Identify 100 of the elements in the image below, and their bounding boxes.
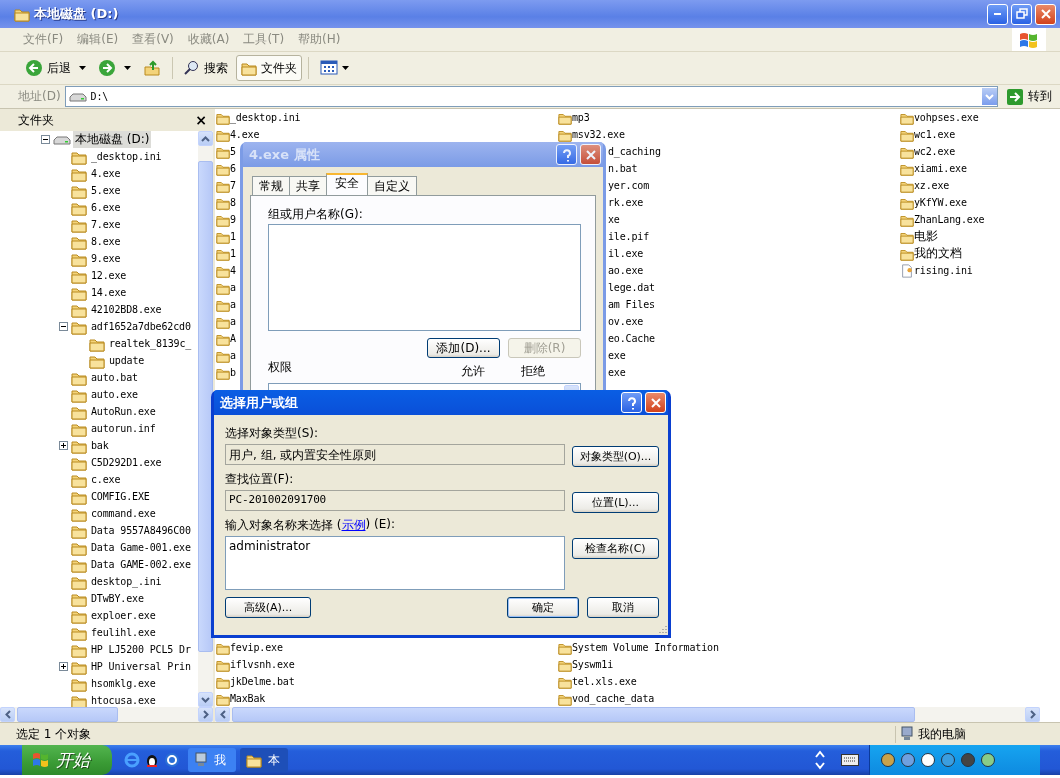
tree-item[interactable]: Data GAME-002.exe [89,559,193,570]
scroll-right-button[interactable] [1025,707,1040,722]
file-name[interactable]: 5 [230,146,236,157]
help-button[interactable] [621,392,642,413]
tray-icon[interactable] [900,752,916,768]
collapse-button[interactable] [58,322,69,331]
file-name[interactable]: lege.dat [608,282,655,293]
file-name[interactable]: fevip.exe [230,642,283,653]
go-button[interactable]: 转到 [1002,87,1056,106]
file-name[interactable]: yKfYW.exe [914,197,967,208]
tree-item[interactable]: HP LJ5200 PCL5 Dr [89,644,193,655]
tree-item[interactable]: feulihl.exe [89,627,158,638]
file-name[interactable]: msv32.exe [572,129,625,140]
file-name[interactable]: yer.com [608,180,650,191]
file-name[interactable]: iflvsnh.exe [230,659,295,670]
taskbar-button[interactable]: 本 [240,748,288,772]
tree-item[interactable]: Data 9557A8496C00 [89,525,193,536]
file-name[interactable]: 8 [230,197,236,208]
file-name[interactable]: 1 [230,248,236,259]
cancel-button[interactable]: 取消 [587,597,659,618]
tree-item[interactable]: 12.exe [89,270,129,281]
file-name[interactable]: 6 [230,163,236,174]
tree-item[interactable]: 7.exe [89,219,123,230]
close-button[interactable]: × [195,112,207,128]
file-name[interactable]: wc2.exe [914,146,956,157]
file-name[interactable]: Syswm1i [572,659,614,670]
tab[interactable]: 共享 [289,176,327,195]
file-name[interactable]: a [230,350,236,361]
tree-item[interactable]: C5D292D1.exe [89,457,164,468]
tree-item[interactable]: 9.exe [89,253,123,264]
tree-item[interactable]: 14.exe [89,287,129,298]
tree-item[interactable]: bak [89,440,111,451]
help-button[interactable] [556,144,577,165]
tree-item[interactable]: hsomklg.exe [89,678,158,689]
tray-icon[interactable] [980,752,996,768]
file-name[interactable]: jkDelme.bat [230,676,295,687]
file-name[interactable]: b [230,367,236,378]
restore-button[interactable] [1011,3,1032,25]
start-button[interactable]: 开始 [22,745,112,775]
file-name[interactable]: ZhanLang.exe [914,214,985,225]
folders-button[interactable]: 文件夹 [236,55,302,81]
taskbar-button[interactable]: 我 [188,748,236,772]
tree-item[interactable]: c.exe [89,474,123,485]
scroll-down-button[interactable] [198,692,213,707]
tree-item[interactable]: command.exe [89,508,158,519]
tree-item[interactable]: 5.exe [89,185,123,196]
tree-item[interactable]: auto.exe [89,389,140,400]
file-name[interactable]: xz.exe [914,180,950,191]
tree-item[interactable]: autorun.inf [89,423,158,434]
file-name[interactable]: il.exe [608,248,644,259]
tree-item[interactable]: 42102BD8.exe [89,304,164,315]
close-button[interactable] [1035,3,1056,25]
file-name[interactable]: a [230,299,236,310]
tab[interactable]: 安全 [326,173,368,195]
file-name[interactable]: ao.exe [608,265,644,276]
advanced-button[interactable]: 高级(A)... [225,597,311,618]
file-name[interactable]: 我的文档 [914,245,962,262]
horizontal-scrollbar[interactable] [0,707,213,722]
tree-item[interactable]: 4.exe [89,168,123,179]
file-name[interactable]: rk.exe [608,197,644,208]
file-name[interactable]: n.bat [608,163,638,174]
tree-item[interactable]: Data Game-001.exe [89,542,193,553]
file-name[interactable]: am Files [608,299,655,310]
tree-item[interactable]: _desktop.ini [89,151,164,162]
close-button[interactable] [580,144,601,165]
scroll-thumb[interactable] [232,707,915,722]
collapse-button[interactable] [40,135,51,144]
file-name[interactable]: _desktop.ini [230,112,301,123]
file-name[interactable]: 9 [230,214,236,225]
tree-item[interactable]: adf1652a7dbe62cd0 [89,321,193,332]
tab[interactable]: 常规 [252,176,290,195]
file-name[interactable]: 7 [230,180,236,191]
tree-item[interactable]: auto.bat [89,372,140,383]
tree-item[interactable]: DTwBY.exe [89,593,146,604]
names-field[interactable]: administrator [225,536,565,590]
tree-item[interactable]: htocusa.exe [89,695,158,706]
file-name[interactable]: A [230,333,236,344]
file-name[interactable]: 4 [230,265,236,276]
file-name[interactable]: ov.exe [608,316,644,327]
scroll-thumb[interactable] [17,707,118,722]
file-name[interactable]: 电影 [914,228,938,245]
file-name[interactable]: vohpses.exe [914,112,979,123]
quick-launch-button[interactable] [144,752,160,768]
expand-button[interactable] [58,662,69,671]
file-name[interactable]: MaxBak [230,693,266,704]
horizontal-scrollbar[interactable] [215,707,1040,722]
tree-item[interactable]: 8.exe [89,236,123,247]
tree-item[interactable]: update [107,355,147,366]
dialog-button[interactable]: 检查名称(C) [572,538,659,559]
tree-item[interactable]: exploer.exe [89,610,158,621]
tree-item[interactable]: COMFIG.EXE [89,491,152,502]
back-button[interactable]: 后退 [20,55,76,81]
file-name[interactable]: eo.Cache [608,333,655,344]
file-name[interactable]: mp3 [572,112,590,123]
ok-button[interactable]: 确定 [507,597,579,618]
file-name[interactable]: d_caching [608,146,661,157]
file-name[interactable]: exe [608,367,626,378]
tree-item[interactable]: HP Universal Prin [89,661,193,672]
file-name[interactable]: xiami.exe [914,163,967,174]
tree-item[interactable]: 6.exe [89,202,123,213]
